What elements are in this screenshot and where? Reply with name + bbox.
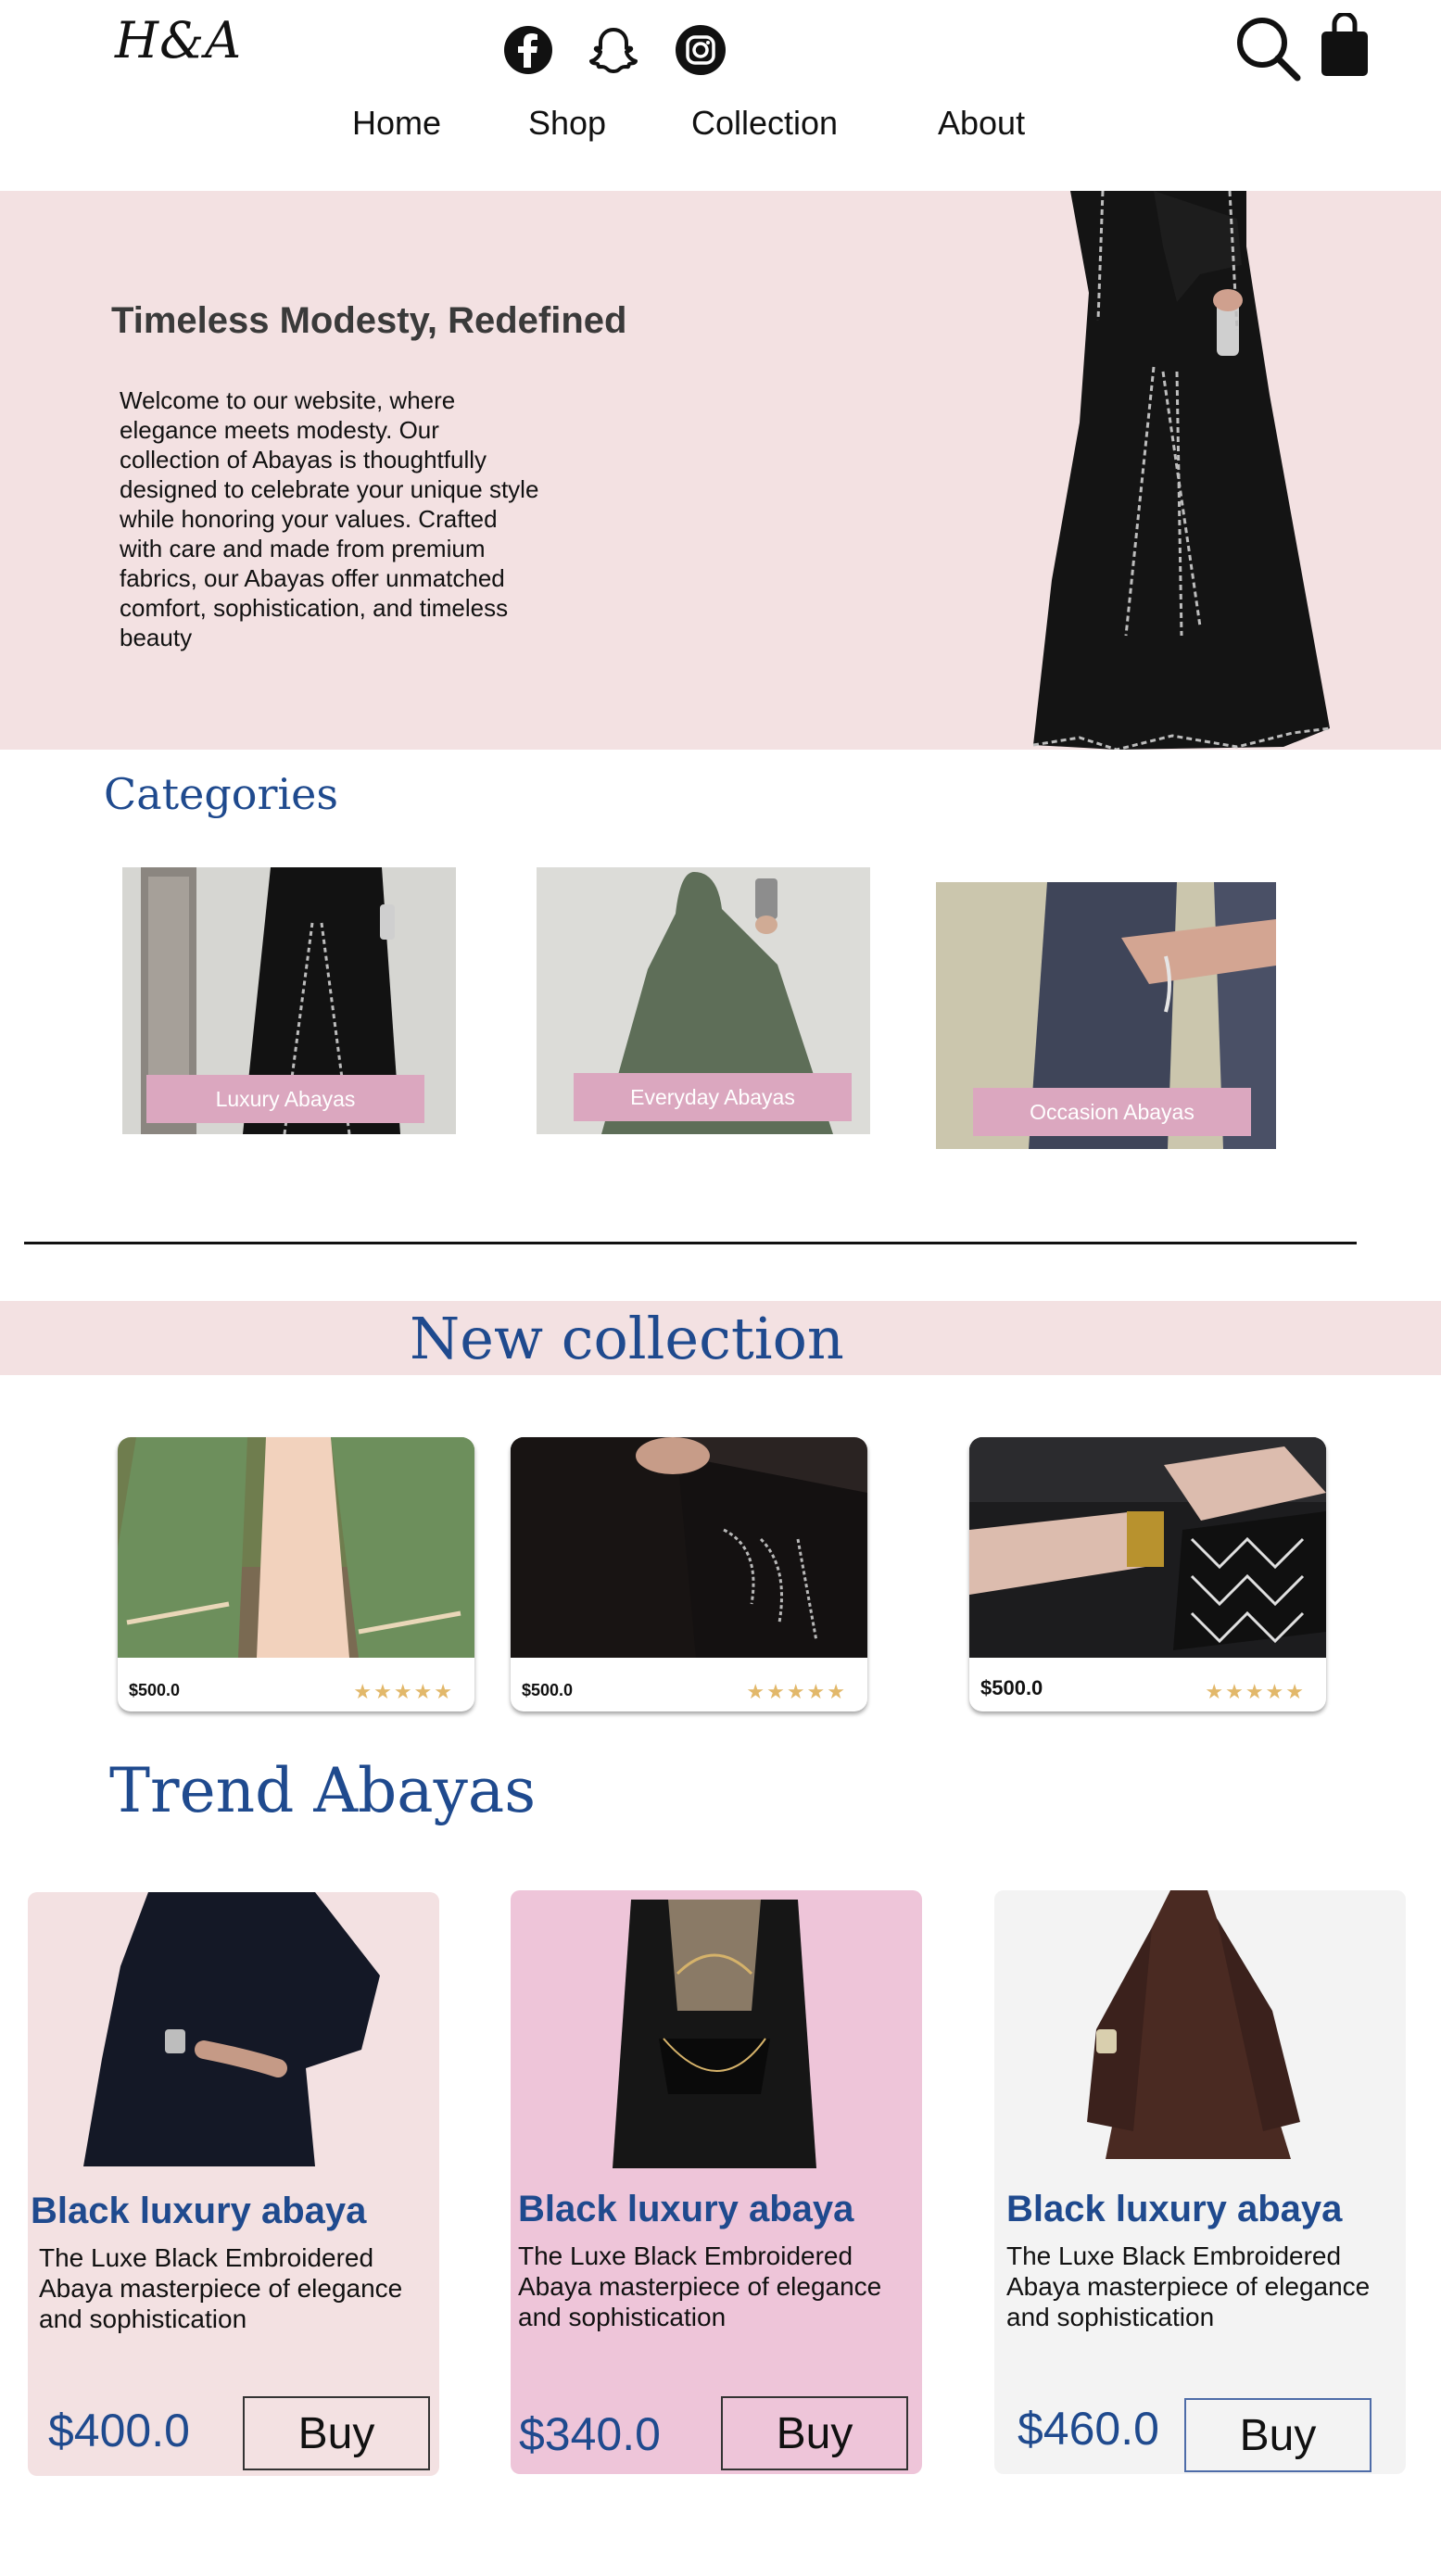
- product-price: $500.0: [129, 1681, 181, 1699]
- facebook-icon[interactable]: [502, 24, 554, 76]
- nav-about[interactable]: About: [938, 104, 1025, 143]
- category-card-occasion[interactable]: Occasion Abayas: [936, 882, 1276, 1149]
- trend-title: Trend Abayas: [109, 1755, 537, 1826]
- product-price: $500.0: [980, 1676, 1043, 1699]
- nav-shop[interactable]: Shop: [528, 104, 606, 143]
- instagram-icon[interactable]: [675, 24, 727, 76]
- snapchat-icon[interactable]: [588, 24, 639, 76]
- category-label-occasion[interactable]: Occasion Abayas: [973, 1088, 1251, 1136]
- trend-abaya-image-3: [1087, 1890, 1300, 2159]
- category-label-luxury[interactable]: Luxury Abayas: [146, 1075, 424, 1123]
- new-collection-title: New collection: [410, 1305, 844, 1372]
- brand-logo[interactable]: H&A: [115, 11, 242, 69]
- green-abaya-image: [118, 1437, 474, 1658]
- product-price: $500.0: [522, 1681, 574, 1699]
- categories-title: Categories: [104, 769, 338, 819]
- trend-card-3[interactable]: Black luxury abaya The Luxe Black Embroi…: [994, 1890, 1406, 2474]
- nav-home[interactable]: Home: [352, 104, 441, 143]
- trend-product-title: Black luxury abaya: [1006, 2189, 1343, 2229]
- category-label-everyday[interactable]: Everyday Abayas: [574, 1073, 852, 1121]
- section-divider: [24, 1242, 1357, 1244]
- new-collection-card-3[interactable]: $500.0 ★★★★★: [969, 1437, 1326, 1711]
- hero-title: Timeless Modesty, Redefined: [111, 300, 627, 341]
- star-rating-icon: ★★★★★: [353, 1680, 454, 1703]
- trend-abaya-image-1: [83, 1892, 380, 2166]
- hero-description: Welcome to our website, where elegance m…: [120, 386, 539, 651]
- new-collection-card-1[interactable]: $500.0 ★★★★★: [118, 1437, 474, 1711]
- trend-product-price: $400.0: [48, 2405, 190, 2456]
- new-collection-card-2[interactable]: $500.0 ★★★★★: [511, 1437, 867, 1711]
- star-rating-icon: ★★★★★: [746, 1680, 847, 1703]
- trend-product-price: $340.0: [519, 2408, 661, 2460]
- new-collection-banner: New collection: [0, 1301, 1441, 1375]
- trend-product-title: Black luxury abaya: [31, 2191, 367, 2231]
- trend-product-description: The Luxe Black Embroidered Abaya masterp…: [518, 2241, 882, 2331]
- trend-product-title: Black luxury abaya: [518, 2189, 854, 2229]
- trend-product-price: $460.0: [1018, 2403, 1159, 2455]
- nav-collection[interactable]: Collection: [691, 104, 838, 143]
- trend-product-description: The Luxe Black Embroidered Abaya masterp…: [39, 2243, 403, 2333]
- buy-button[interactable]: Buy: [243, 2396, 430, 2470]
- trend-abaya-image-2: [613, 1900, 816, 2168]
- category-card-everyday[interactable]: Everyday Abayas: [537, 867, 870, 1134]
- embroidered-sleeve-image: [511, 1437, 867, 1658]
- buy-button[interactable]: Buy: [721, 2396, 908, 2470]
- star-rating-icon: ★★★★★: [1205, 1680, 1306, 1703]
- category-card-luxury[interactable]: Luxury Abayas: [122, 867, 456, 1134]
- trend-product-description: The Luxe Black Embroidered Abaya masterp…: [1006, 2241, 1371, 2331]
- shopping-bag-icon[interactable]: [1318, 13, 1371, 78]
- beaded-sleeve-image: [969, 1437, 1326, 1658]
- search-icon[interactable]: [1232, 13, 1303, 83]
- hero-abaya-image: [1032, 191, 1331, 750]
- trend-card-2[interactable]: Black luxury abaya The Luxe Black Embroi…: [511, 1890, 922, 2474]
- hero-banner: Timeless Modesty, Redefined Welcome to o…: [0, 191, 1441, 750]
- trend-card-1[interactable]: Black luxury abaya The Luxe Black Embroi…: [28, 1892, 439, 2476]
- buy-button[interactable]: Buy: [1184, 2398, 1371, 2472]
